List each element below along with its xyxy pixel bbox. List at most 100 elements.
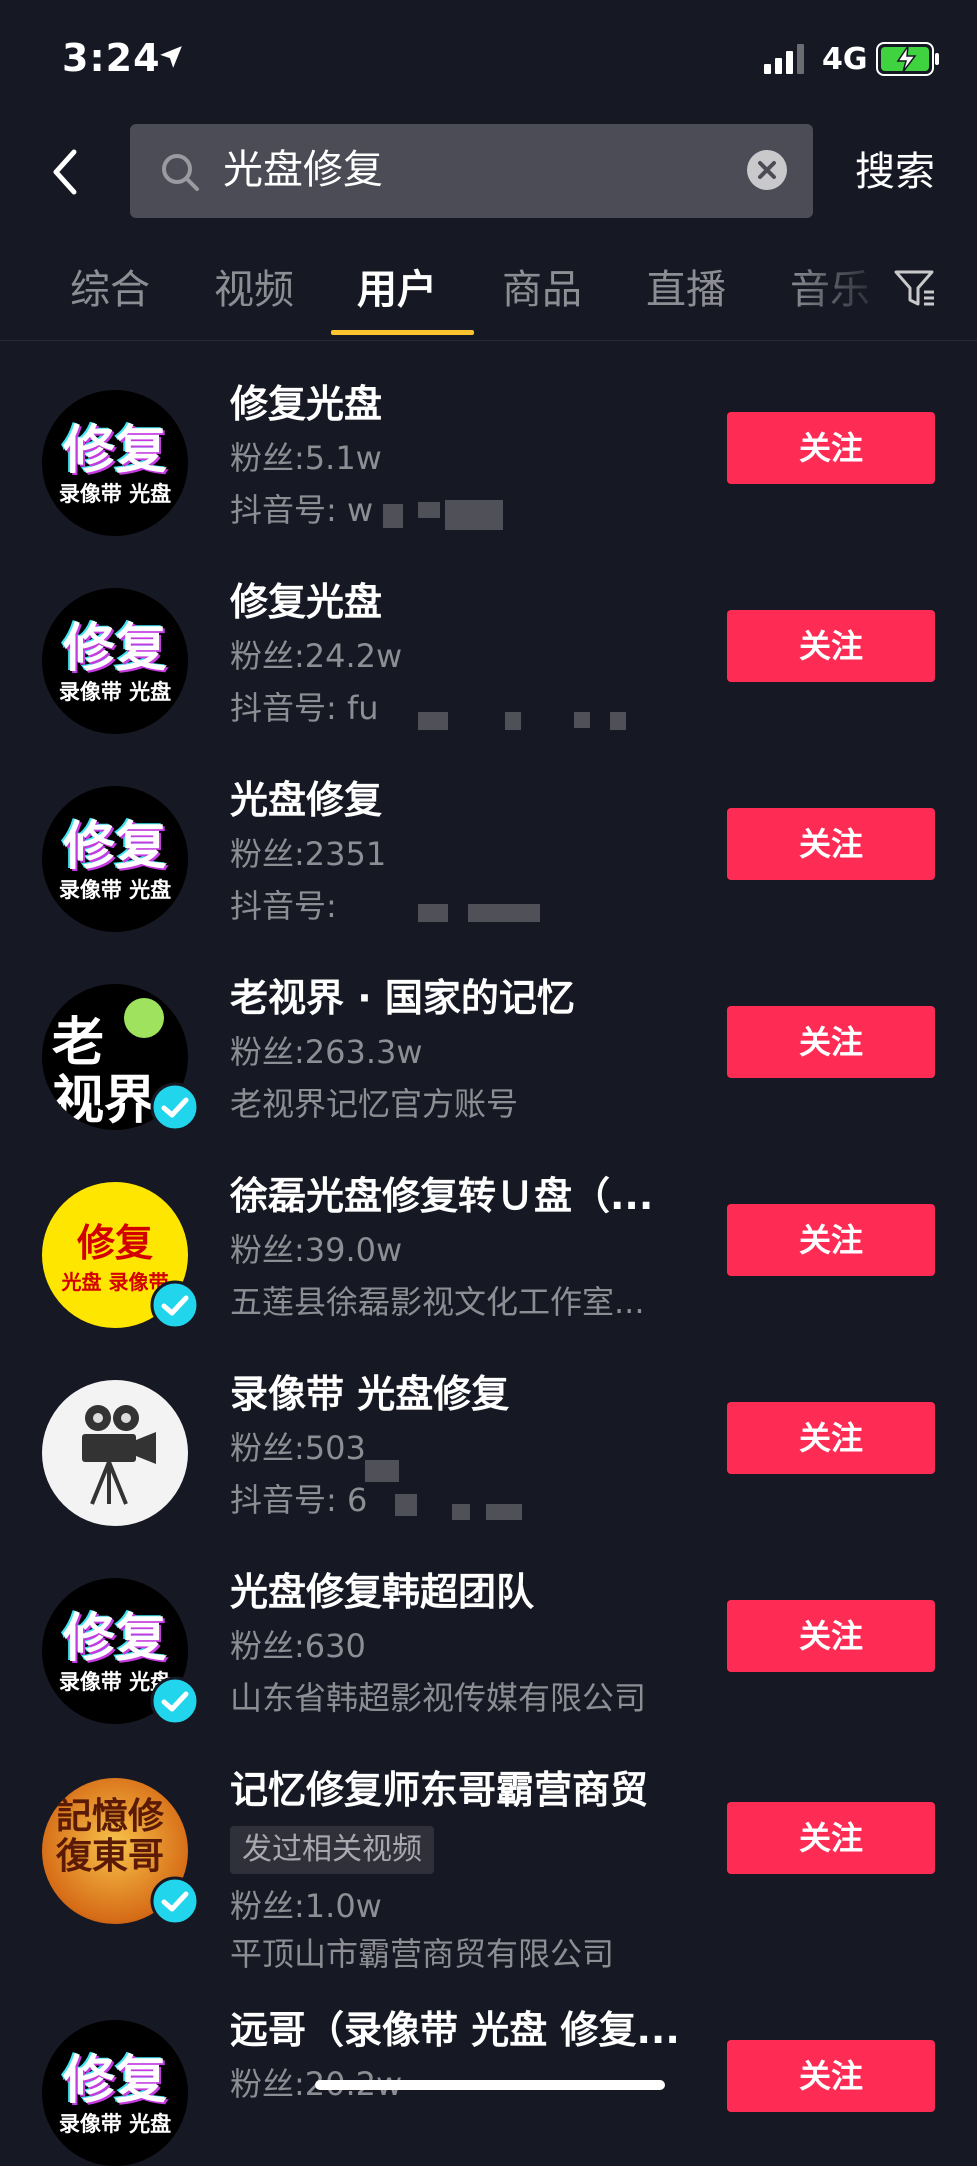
avatar-logo-subtext: 录像带 光盘	[58, 680, 172, 704]
verified-badge-icon	[150, 1876, 200, 1926]
avatar-logo-subtext: 录像带 光盘	[58, 482, 172, 506]
account-description: 五莲县徐磊影视文化工作室...	[230, 1283, 645, 1321]
verified-badge-icon	[150, 1082, 200, 1132]
avatar-logo-subtext: 视界	[52, 1071, 157, 1130]
fan-count: 粉丝:1.0w	[230, 1887, 382, 1925]
redaction	[452, 1504, 470, 1520]
avatar-logo-subtext: 录像带 光盘	[58, 2112, 172, 2136]
avatar-logo-text: 修复	[62, 421, 167, 481]
tab-users[interactable]: 用户	[357, 264, 437, 316]
redaction	[574, 712, 590, 728]
user-row[interactable]: 修复 录像带 光盘 光盘修复韩超团队 粉丝:630 山东省韩超影视传媒有限公司 …	[0, 1568, 977, 1763]
avatar-logo-text: 修复	[76, 1221, 153, 1265]
follow-button[interactable]: 关注	[727, 610, 935, 682]
tabs-fade	[790, 250, 890, 336]
fan-count: 粉丝:24.2w	[230, 637, 403, 675]
account-description: 平顶山市霸营商贸有限公司	[230, 1935, 615, 1973]
redaction	[468, 904, 540, 922]
back-arrow-icon[interactable]	[46, 146, 86, 198]
fan-count: 粉丝:630	[230, 1627, 366, 1665]
user-name: 光盘修复韩超团队	[230, 1570, 535, 1614]
avatar[interactable]: 修复 录像带 光盘	[42, 390, 188, 536]
verified-badge-icon	[150, 1280, 200, 1330]
user-row[interactable]: 修复 录像带 光盘 远哥（录像带 光盘 修复... 粉丝:20.2w 关注	[0, 2006, 977, 2166]
film-icon	[124, 998, 164, 1038]
redaction	[505, 712, 521, 730]
user-name: 老视界 · 国家的记忆	[230, 976, 575, 1020]
film-camera-icon	[82, 1405, 156, 1505]
tab-comprehensive[interactable]: 综合	[70, 264, 150, 316]
user-row[interactable]: 修复 光盘 录像带 徐磊光盘修复转Ｕ盘（... 粉丝:39.0w 五莲县徐磊影视…	[0, 1172, 977, 1367]
user-name: 修复光盘	[230, 580, 383, 624]
avatar-logo-subtext: 录像带 光盘	[58, 878, 172, 902]
avatar[interactable]: 修复 录像带 光盘	[42, 2020, 188, 2166]
active-tab-indicator	[331, 330, 474, 335]
status-bar: 3:24 4G	[0, 0, 977, 120]
network-type: 4G	[822, 42, 868, 77]
redaction	[610, 712, 626, 730]
avatar-logo-text: 修复	[62, 817, 167, 877]
douyin-id: 抖音号: fu	[230, 689, 379, 727]
user-name: 远哥（录像带 光盘 修复...	[230, 2008, 680, 2052]
tab-live[interactable]: 直播	[646, 264, 726, 316]
user-row[interactable]: 修复 录像带 光盘 修复光盘 粉丝:5.1w 抖音号: w 关注	[0, 380, 977, 575]
redaction	[418, 904, 448, 922]
douyin-id: 抖音号: w	[230, 491, 374, 529]
search-button[interactable]: 搜索	[855, 146, 935, 198]
home-indicator[interactable]	[315, 2080, 665, 2090]
redaction	[418, 712, 448, 730]
related-video-chip: 发过相关视频	[230, 1826, 434, 1874]
user-name: 记忆修复师东哥霸营商贸	[230, 1768, 649, 1812]
user-row[interactable]: 老 视界 老视界 · 国家的记忆 粉丝:263.3w 老视界记忆官方账号 关注	[0, 974, 977, 1169]
avatar-logo-text: 修复	[62, 2051, 167, 2111]
redaction	[486, 1504, 522, 1520]
clear-icon[interactable]	[746, 149, 788, 191]
tab-products[interactable]: 商品	[502, 264, 582, 316]
search-input[interactable]: 光盘修复	[130, 124, 813, 218]
user-name: 光盘修复	[230, 778, 383, 822]
fan-count: 粉丝:503	[230, 1429, 366, 1467]
avatar[interactable]: 修复 录像带 光盘	[42, 786, 188, 932]
follow-button[interactable]: 关注	[727, 1402, 935, 1474]
filter-icon[interactable]	[892, 266, 936, 310]
avatar-logo-text: 修复	[62, 619, 167, 679]
verified-badge-icon	[150, 1676, 200, 1726]
redaction	[418, 502, 440, 518]
fan-count: 粉丝:5.1w	[230, 439, 382, 477]
fan-count: 粉丝:2351	[230, 835, 387, 873]
tab-videos[interactable]: 视频	[214, 264, 294, 316]
douyin-id: 抖音号:	[230, 887, 337, 925]
avatar[interactable]: 修复 录像带 光盘	[42, 588, 188, 734]
follow-button[interactable]: 关注	[727, 412, 935, 484]
redaction	[383, 504, 403, 528]
follow-button[interactable]: 关注	[727, 808, 935, 880]
douyin-id: 抖音号: 6	[230, 1481, 368, 1519]
user-row[interactable]: 修复 录像带 光盘 修复光盘 粉丝:24.2w 抖音号: fu 关注	[0, 578, 977, 773]
account-description: 老视界记忆官方账号	[230, 1085, 519, 1123]
follow-button[interactable]: 关注	[727, 1802, 935, 1874]
user-row[interactable]: 修复 录像带 光盘 光盘修复 粉丝:2351 抖音号: 关注	[0, 776, 977, 971]
user-row[interactable]: 記憶修復東哥 记忆修复师东哥霸营商贸 发过相关视频 粉丝:1.0w 平顶山市霸营…	[0, 1766, 977, 2006]
follow-button[interactable]: 关注	[727, 1204, 935, 1276]
account-description: 山东省韩超影视传媒有限公司	[230, 1679, 647, 1717]
user-name: 修复光盘	[230, 382, 383, 426]
battery-charging-icon	[876, 42, 939, 76]
user-row[interactable]: 录像带 光盘修复 粉丝:503 抖音号: 6 关注	[0, 1370, 977, 1565]
follow-button[interactable]: 关注	[727, 2040, 935, 2112]
status-time: 3:24	[62, 36, 161, 80]
redaction	[365, 1460, 399, 1482]
search-icon	[162, 154, 199, 191]
avatar[interactable]	[42, 1380, 188, 1526]
search-query-text: 光盘修复	[223, 147, 383, 193]
follow-button[interactable]: 关注	[727, 1600, 935, 1672]
redaction	[395, 1494, 417, 1516]
redaction	[445, 500, 503, 530]
user-name: 录像带 光盘修复	[230, 1372, 510, 1416]
location-arrow-icon	[160, 46, 182, 68]
avatar-logo-text: 記憶修復東哥	[56, 1795, 165, 1877]
avatar-logo-text: 修复	[62, 1609, 167, 1669]
fan-count: 粉丝:263.3w	[230, 1033, 423, 1071]
cellular-signal-icon	[764, 44, 804, 74]
user-name: 徐磊光盘修复转Ｕ盘（...	[230, 1174, 654, 1218]
follow-button[interactable]: 关注	[727, 1006, 935, 1078]
